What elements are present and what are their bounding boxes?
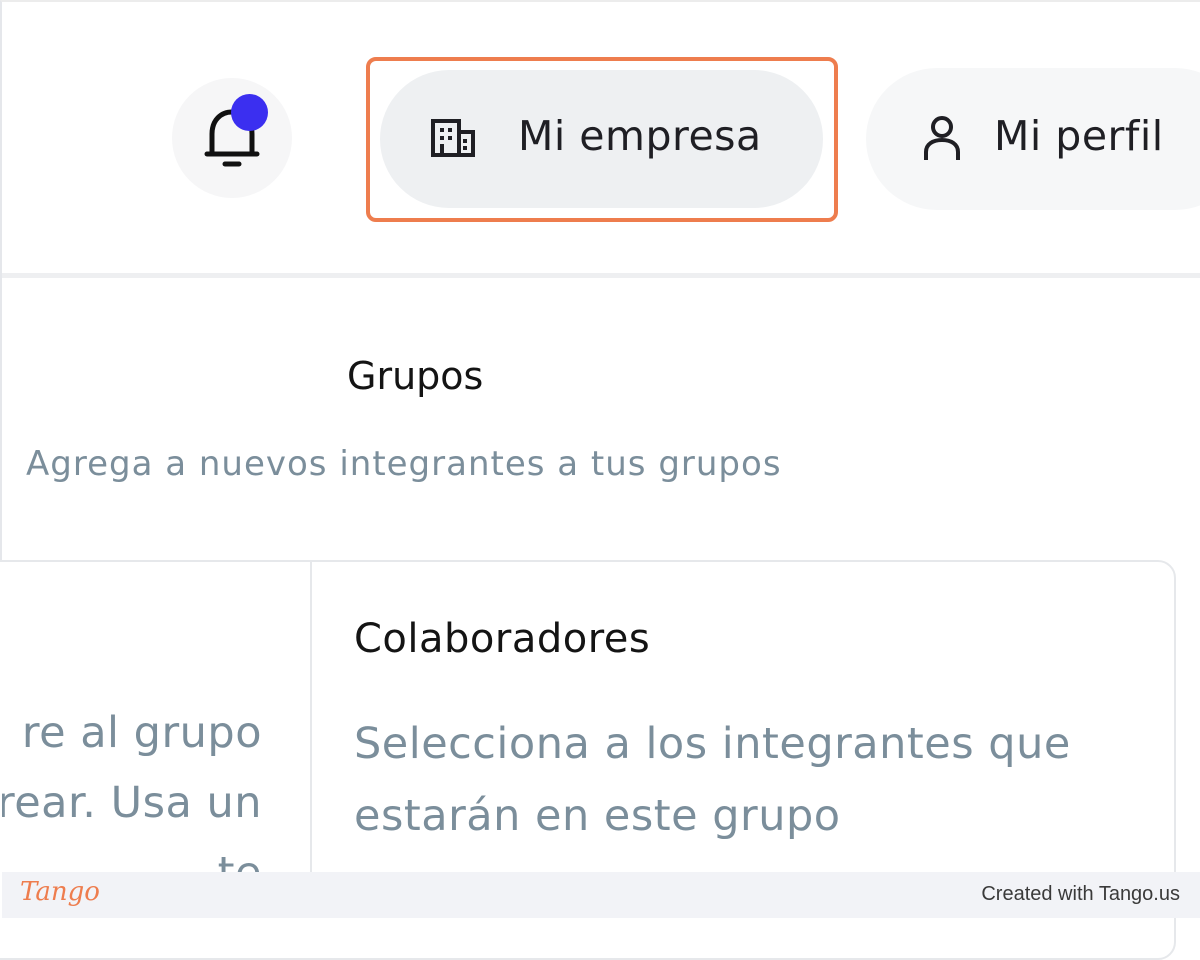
step-highlight-frame (366, 57, 838, 222)
collaborators-title: Colaboradores (354, 616, 651, 662)
my-profile-button[interactable]: Mi perfil (866, 68, 1200, 210)
left-description-line: te (218, 848, 262, 872)
left-column-description: re al grupo rear. Usa un te (2, 702, 310, 872)
groups-title: Grupos (347, 354, 484, 398)
collaborators-description: Selecciona a los integrantes que estarán… (354, 719, 1071, 841)
my-profile-label: Mi perfil (994, 112, 1164, 160)
tango-logo: Tango (20, 877, 100, 907)
left-description-line: rear. Usa un (2, 778, 262, 828)
tango-footer: Tango Created with Tango.us (2, 872, 1200, 918)
notification-badge (231, 94, 268, 131)
user-icon (924, 116, 960, 160)
notifications-button[interactable] (172, 78, 292, 198)
groups-subtitle: Agrega a nuevos integrantes a tus grupos (26, 444, 782, 484)
column-divider (310, 562, 312, 872)
top-header: Mi empresa Mi perfil (2, 2, 1200, 278)
app-frame: Mi empresa Mi perfil Grupos Agrega a nue… (0, 0, 1200, 960)
created-with-text: Created with Tango.us (981, 883, 1180, 905)
left-description-line: re al grupo (21, 708, 262, 758)
